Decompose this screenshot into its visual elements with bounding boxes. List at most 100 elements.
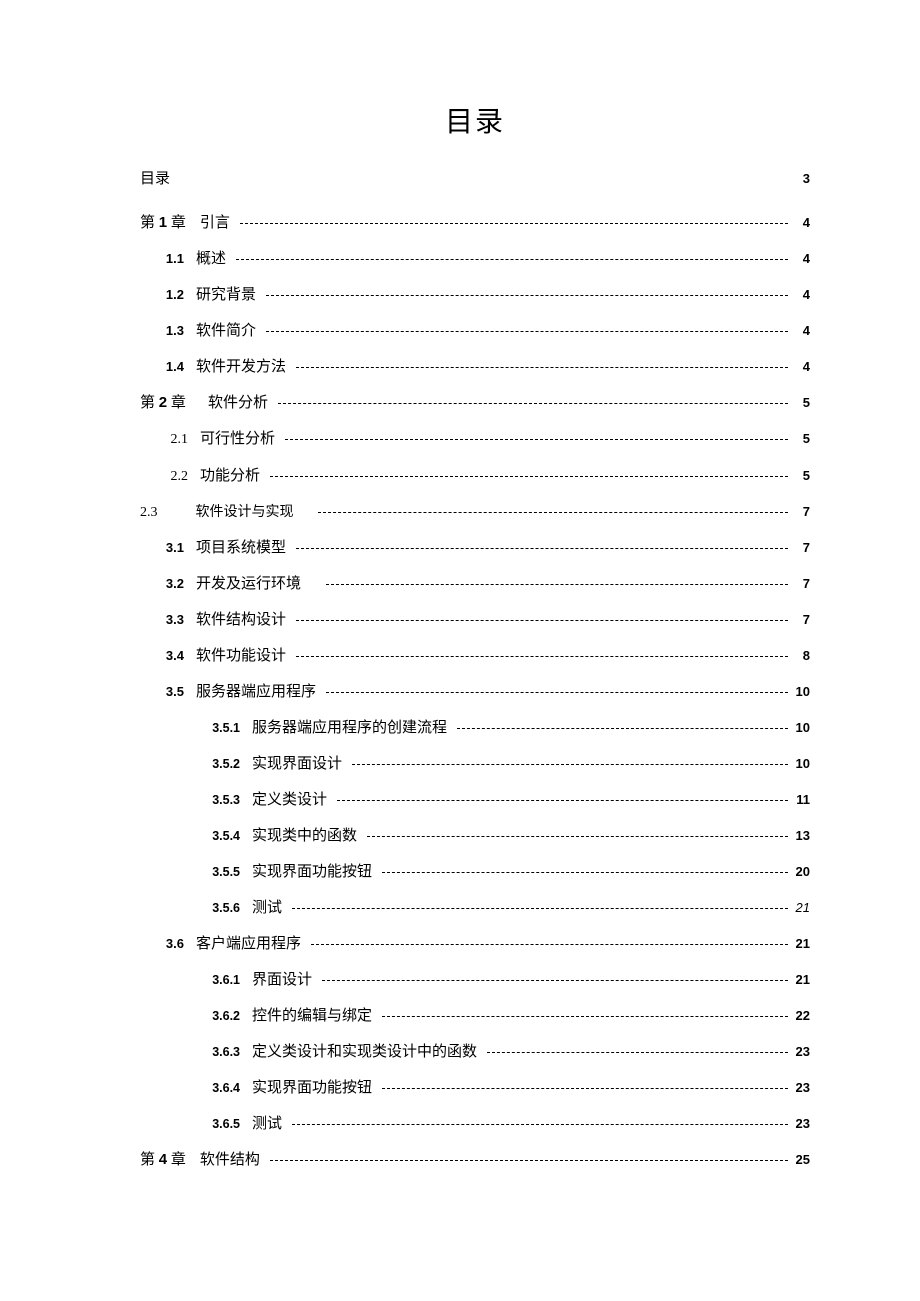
toc-entry-page: 4	[792, 323, 810, 339]
toc-leader	[292, 908, 788, 909]
toc-entry-number: 3.3	[140, 612, 196, 628]
toc-entry-number: 第 1 章	[140, 214, 200, 232]
toc-entry-label: 软件简介	[196, 322, 262, 340]
toc-entry-label: 研究背景	[196, 286, 262, 304]
toc-leader	[382, 872, 788, 873]
toc-entry-number: 2.2	[140, 469, 200, 486]
toc-entry-label: 实现界面功能按钮	[252, 1079, 378, 1097]
toc-entry-page: 10	[792, 720, 810, 736]
toc-entry-page: 5	[792, 468, 810, 484]
toc-entry-s3-5-1: 3.5.1服务器端应用程序的创建流程 10	[140, 719, 810, 737]
toc-entry-label: 引言	[200, 214, 236, 232]
toc-entry-label: 客户端应用程序	[196, 935, 307, 953]
toc-entry-s1-4: 1.4软件开发方法 4	[140, 358, 810, 376]
toc-entry-page: 23	[792, 1116, 810, 1132]
toc-entry-number: 1.1	[140, 251, 196, 267]
toc-entry-number: 3.1	[140, 540, 196, 556]
toc-entry-label: 软件分析	[208, 394, 274, 412]
toc-entry-label: 定义类设计	[252, 791, 333, 809]
toc-leader	[367, 836, 788, 837]
toc-leader	[457, 728, 788, 729]
toc-entry-number: 1.4	[140, 359, 196, 375]
toc-leader	[322, 980, 788, 981]
toc-entry-number: 3.5.3	[140, 793, 252, 808]
toc-entry-s3-5: 3.5服务器端应用程序 10	[140, 683, 810, 701]
toc-entry-ch2: 第 2 章软件分析 5	[140, 394, 810, 412]
toc-entry-number: 2.1	[140, 432, 200, 449]
toc-entry-number: 3.6.2	[140, 1009, 252, 1024]
document-page: 目录 目录3第 1 章引言41.1概述 41.2研究背景 41.3软件简介 41…	[0, 0, 920, 1247]
toc-entry-number: 3.5.6	[140, 901, 252, 916]
toc-entry-label: 软件设计与实现	[196, 505, 314, 522]
toc-entry-label: 控件的编辑与绑定	[252, 1007, 378, 1025]
toc-leader	[236, 259, 788, 260]
toc-entry-page: 23	[792, 1044, 810, 1060]
toc-entry-page: 5	[792, 431, 810, 447]
toc-entry-label: 测试	[252, 899, 288, 917]
toc-entry-label: 定义类设计和实现类设计中的函数	[252, 1043, 483, 1061]
toc-leader	[278, 403, 788, 404]
toc-entry-label: 软件结构设计	[196, 611, 292, 629]
toc-entry-page: 4	[792, 215, 810, 231]
toc-entry-number: 3.6	[140, 936, 196, 952]
toc-entry-s3-6-3: 3.6.3定义类设计和实现类设计中的函数23	[140, 1043, 810, 1061]
toc-entry-page: 8	[792, 648, 810, 664]
toc-entry-page: 21	[792, 900, 810, 916]
toc-entry-label: 实现界面功能按钮	[252, 863, 378, 881]
toc-entry-s3-5-2: 3.5.2实现界面设计 10	[140, 755, 810, 773]
toc-entry-number: 3.5.4	[140, 829, 252, 844]
toc-entry-page: 20	[792, 864, 810, 880]
toc-leader	[270, 476, 788, 477]
toc-entry-label: 目录	[140, 170, 176, 188]
toc-entry-number: 2.3	[140, 505, 196, 522]
toc-entry-page: 7	[792, 540, 810, 556]
toc-entry-number: 3.5.2	[140, 757, 252, 772]
toc-leader	[311, 944, 788, 945]
toc-entry-label: 服务器端应用程序的创建流程	[252, 719, 453, 737]
toc-entry-label: 功能分析	[200, 467, 266, 485]
toc-leader	[318, 512, 789, 513]
toc-entry-number: 1.3	[140, 323, 196, 339]
toc-entry-s2-3: 2.3软件设计与实现 7	[140, 504, 810, 522]
toc-entry-page: 4	[792, 251, 810, 267]
toc-leader	[296, 656, 788, 657]
toc-leader	[352, 764, 788, 765]
toc-entry-label: 服务器端应用程序	[196, 683, 322, 701]
toc-entry-label: 软件结构	[200, 1151, 266, 1169]
toc-leader	[382, 1088, 788, 1089]
toc-entry-number: 3.6.5	[140, 1117, 252, 1132]
toc-entry-toc-self: 目录3	[140, 170, 810, 188]
toc-leader	[296, 548, 788, 549]
toc-leader	[326, 692, 788, 693]
toc-entry-ch1: 第 1 章引言 4	[140, 214, 810, 232]
toc-entry-label: 概述	[196, 250, 232, 268]
toc-entry-number: 3.6.4	[140, 1081, 252, 1096]
toc-entry-label: 实现界面设计	[252, 755, 348, 773]
toc-leader	[285, 439, 788, 440]
toc-leader	[326, 584, 788, 585]
toc-entry-number: 第 4 章	[140, 1151, 200, 1169]
toc-leader	[296, 620, 788, 621]
toc-leader	[487, 1052, 788, 1053]
toc-entry-s2-2: 2.2功能分析 5	[140, 467, 810, 486]
toc-entry-s3-2: 3.2开发及运行环境 7	[140, 575, 810, 593]
toc-entry-label: 测试	[252, 1115, 288, 1133]
toc-entry-number: 3.5.1	[140, 721, 252, 736]
toc-entry-number: 1.2	[140, 287, 196, 303]
toc-entry-page: 21	[792, 972, 810, 988]
toc-entry-page: 4	[792, 359, 810, 375]
toc-entry-label: 软件功能设计	[196, 647, 292, 665]
toc-entry-label: 实现类中的函数	[252, 827, 363, 845]
toc-entry-page: 10	[792, 756, 810, 772]
toc-entry-s3-6-5: 3.6.5测试 23	[140, 1115, 810, 1133]
toc-leader	[337, 800, 788, 801]
toc-entry-s1-2: 1.2研究背景 4	[140, 286, 810, 304]
toc-entry-s3-6: 3.6客户端应用程序 21	[140, 935, 810, 953]
toc-leader	[292, 1124, 788, 1125]
toc-entry-s1-1: 1.1概述 4	[140, 250, 810, 268]
toc-entry-s3-5-3: 3.5.3定义类设计 11	[140, 791, 810, 809]
toc-entry-ch4: 第 4 章软件结构25	[140, 1151, 810, 1169]
toc-entry-s3-3: 3.3软件结构设计 7	[140, 611, 810, 629]
toc-entry-page: 23	[792, 1080, 810, 1096]
toc-entry-s3-4: 3.4软件功能设计8	[140, 647, 810, 665]
